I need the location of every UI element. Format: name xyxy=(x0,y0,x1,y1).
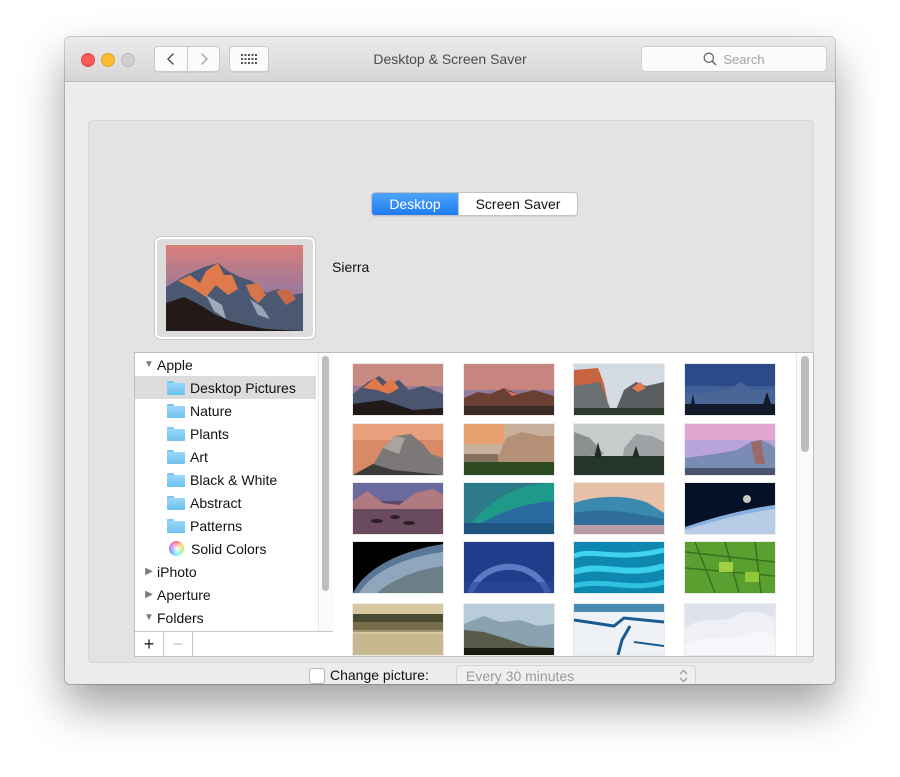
sidebar-item-label: Folders xyxy=(157,609,204,626)
wallpaper-grid xyxy=(333,352,814,657)
wallpaper-thumbnail[interactable] xyxy=(574,542,664,593)
remove-folder-button[interactable]: − xyxy=(164,632,193,656)
change-interval-value: Every 30 minutes xyxy=(466,668,575,684)
sidebar-item-patterns[interactable]: Patterns xyxy=(135,514,316,537)
sidebar-item-label: Art xyxy=(190,448,208,465)
sidebar-item-nature[interactable]: Nature xyxy=(135,399,316,422)
change-picture-checkbox[interactable] xyxy=(309,668,325,684)
sidebar-item-abstract[interactable]: Abstract xyxy=(135,491,316,514)
sidebar-group-iphoto[interactable]: ▶ iPhoto xyxy=(135,560,316,583)
wallpaper-thumbnail[interactable] xyxy=(353,424,443,475)
source-list-items: ▼ Apple Desktop Pictures Nature Plants A… xyxy=(135,353,318,631)
sidebar-item-label: Abstract xyxy=(190,494,242,511)
wallpaper-thumbnail[interactable] xyxy=(685,604,775,655)
wallpaper-thumbnail[interactable] xyxy=(574,364,664,415)
change-picture-label: Change picture: xyxy=(330,667,429,683)
wallpaper-name: Sierra xyxy=(332,259,370,275)
disclosure-collapsed-icon[interactable]: ▶ xyxy=(143,566,155,577)
sidebar-item-label: Plants xyxy=(190,425,229,442)
wallpaper-thumbnail[interactable] xyxy=(685,364,775,415)
search-field[interactable]: Search xyxy=(641,46,827,72)
sidebar-item-solid-colors[interactable]: Solid Colors xyxy=(135,537,316,560)
source-list: ▼ Apple Desktop Pictures Nature Plants A… xyxy=(134,352,334,657)
title-bar: Desktop & Screen Saver Search xyxy=(65,37,835,82)
sidebar-item-label: Nature xyxy=(190,402,233,419)
sidebar-item-label: Black & White xyxy=(190,471,278,488)
wallpaper-thumbnail[interactable] xyxy=(353,604,443,655)
sidebar-group-folders[interactable]: ▼ Folders xyxy=(135,606,316,629)
sidebar-item-desktop-pictures[interactable]: Desktop Pictures xyxy=(135,376,316,399)
search-placeholder: Search xyxy=(723,51,765,67)
folder-icon xyxy=(167,380,185,395)
disclosure-collapsed-icon[interactable]: ▶ xyxy=(143,589,155,600)
wallpaper-thumbnail[interactable] xyxy=(574,483,664,534)
sidebar-item-label: iPhoto xyxy=(157,563,197,580)
wallpaper-thumbnail[interactable] xyxy=(685,483,775,534)
wallpaper-thumbnail[interactable] xyxy=(464,604,554,655)
search-icon xyxy=(703,52,717,66)
wallpaper-thumbnail[interactable] xyxy=(353,483,443,534)
change-interval-popup[interactable]: Every 30 minutes xyxy=(456,665,696,684)
sidebar-scrollbar[interactable] xyxy=(318,353,333,631)
wallpaper-thumbnail[interactable] xyxy=(685,542,775,593)
sidebar-item-label: Solid Colors xyxy=(191,540,267,557)
folder-icon xyxy=(167,472,185,487)
sidebar-item-black-white[interactable]: Black & White xyxy=(135,468,316,491)
wallpaper-thumbnail[interactable] xyxy=(353,364,443,415)
tab-screen-saver[interactable]: Screen Saver xyxy=(458,193,577,215)
up-down-chevron-icon xyxy=(676,669,690,683)
wallpaper-thumbnail[interactable] xyxy=(464,364,554,415)
source-list-toolbar: + − xyxy=(135,631,333,656)
tab-bar: Desktop Screen Saver xyxy=(371,192,578,216)
folder-icon xyxy=(167,403,185,418)
folder-icon xyxy=(167,518,185,533)
folder-icon xyxy=(167,449,185,464)
wallpaper-thumbnail[interactable] xyxy=(574,604,664,655)
folder-icon xyxy=(167,426,185,441)
wallpaper-thumbnail[interactable] xyxy=(464,483,554,534)
sidebar-scrollbar-thumb[interactable] xyxy=(322,356,329,591)
sidebar-group-aperture[interactable]: ▶ Aperture xyxy=(135,583,316,606)
disclosure-expanded-icon[interactable]: ▼ xyxy=(143,612,155,623)
wallpaper-preview-image xyxy=(166,245,303,331)
current-wallpaper-preview xyxy=(155,237,315,339)
system-preferences-window: Desktop & Screen Saver Search Desktop Sc… xyxy=(65,37,835,684)
tab-desktop[interactable]: Desktop xyxy=(372,193,458,215)
sidebar-group-apple[interactable]: ▼ Apple xyxy=(135,353,316,376)
sidebar-item-label: Aperture xyxy=(157,586,211,603)
add-folder-button[interactable]: + xyxy=(135,632,164,656)
wallpaper-thumbnail[interactable] xyxy=(685,424,775,475)
sidebar-item-label: Apple xyxy=(157,356,193,373)
wallpaper-thumbnail[interactable] xyxy=(464,542,554,593)
color-wheel-icon xyxy=(169,541,184,556)
content-panel: Desktop Screen Saver Sierra ▼ Apple Desk… xyxy=(88,120,814,684)
wallpaper-thumbnail[interactable] xyxy=(353,542,443,593)
grid-scrollbar[interactable] xyxy=(796,353,813,656)
disclosure-expanded-icon[interactable]: ▼ xyxy=(143,359,155,370)
grid-scrollbar-thumb[interactable] xyxy=(801,356,809,452)
wallpaper-thumbnail[interactable] xyxy=(574,424,664,475)
wallpaper-thumbnail[interactable] xyxy=(464,424,554,475)
sidebar-item-plants[interactable]: Plants xyxy=(135,422,316,445)
sidebar-item-label: Desktop Pictures xyxy=(190,379,296,396)
folder-icon xyxy=(167,495,185,510)
sidebar-item-label: Patterns xyxy=(190,517,243,534)
sidebar-item-art[interactable]: Art xyxy=(135,445,316,468)
